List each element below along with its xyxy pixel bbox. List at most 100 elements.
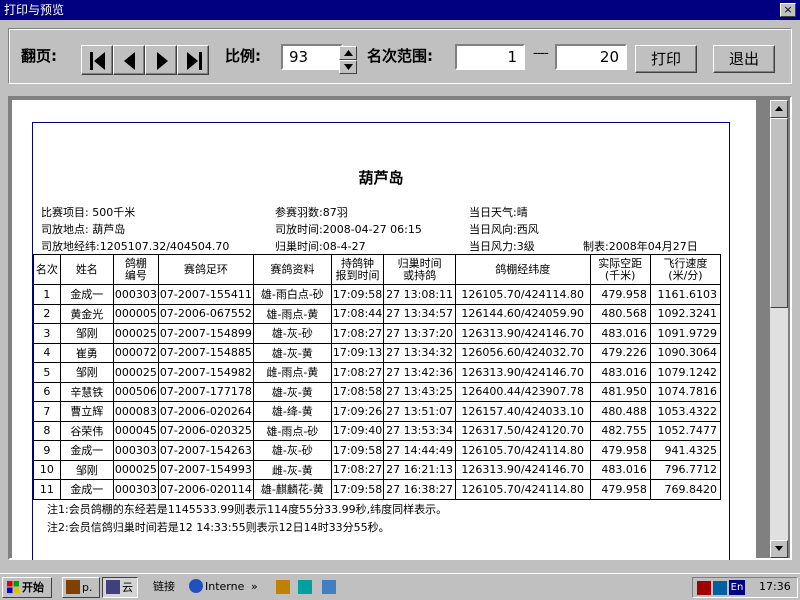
cell-name: 金成一 bbox=[59, 440, 114, 461]
cell-speed: 1052.7477 bbox=[649, 420, 722, 441]
cell-distance: 483.016 bbox=[589, 323, 651, 344]
cell-speed: 1092.3241 bbox=[649, 303, 722, 324]
scale-spinner[interactable] bbox=[339, 46, 357, 74]
cell-rank: 8 bbox=[33, 420, 61, 441]
cell-distance: 483.016 bbox=[589, 459, 651, 480]
cell-coords: 126400.44/423907.78 bbox=[454, 381, 591, 402]
wind-force: 当日风力:3级 bbox=[469, 240, 535, 253]
release-coords: 司放地经纬:1205107.32/404504.70 bbox=[41, 240, 230, 253]
cell-info: 雄-雨白点-砂 bbox=[252, 284, 332, 305]
spin-up-button[interactable] bbox=[339, 46, 357, 60]
print-button[interactable]: 打印 bbox=[635, 45, 697, 73]
taskbar: 开始 p. 云 链接 Interne » En 17:36 bbox=[0, 573, 800, 600]
tray-icon[interactable] bbox=[697, 581, 711, 595]
cell-coords: 126105.70/424114.80 bbox=[454, 284, 591, 305]
cell-info: 雌-雨点-黄 bbox=[252, 362, 332, 383]
table-row: 5 邹刚 000025 07-2007-154982 雌-雨点-黄 17:08:27 27 … bbox=[33, 362, 722, 383]
taskbar-app-1[interactable]: p. bbox=[62, 577, 100, 598]
scale-input[interactable]: 93 bbox=[281, 44, 343, 70]
chevron-icon[interactable]: » bbox=[248, 577, 262, 598]
cell-info: 雄-灰-黄 bbox=[252, 381, 332, 402]
last-page-icon bbox=[187, 52, 202, 70]
scroll-up-button[interactable] bbox=[770, 100, 788, 118]
cell-speed: 941.4325 bbox=[649, 440, 722, 461]
quicklaunch-icon-3[interactable] bbox=[322, 580, 336, 594]
col-name: 姓名 bbox=[59, 254, 114, 285]
table-row: 6 辛慧铁 000506 07-2007-177178 雄-灰-黄 17:08:58 27 … bbox=[33, 381, 722, 402]
ie-icon bbox=[189, 579, 203, 593]
down-arrow-icon bbox=[344, 64, 353, 70]
cell-speed: 769.8420 bbox=[649, 479, 722, 500]
vertical-scrollbar[interactable] bbox=[770, 100, 788, 558]
col-speed: 飞行速度 (米/分) bbox=[649, 254, 722, 285]
tray-icon[interactable] bbox=[713, 581, 727, 595]
cell-distance: 479.958 bbox=[589, 440, 651, 461]
note-1: 注1:会员鸽棚的东经若是1145533.99则表示114度55分33.99秒,纬… bbox=[47, 503, 448, 516]
cell-arrival: 27 13:34:32 bbox=[383, 342, 456, 363]
range-from-input[interactable]: 1 bbox=[455, 44, 525, 70]
cell-speed: 1079.1242 bbox=[649, 362, 722, 383]
exit-button[interactable]: 退出 bbox=[713, 45, 775, 73]
cell-speed: 1074.7816 bbox=[649, 381, 722, 402]
cell-loft: 000005 bbox=[112, 303, 159, 324]
quicklaunch-icon-1[interactable] bbox=[276, 580, 290, 594]
cell-rank: 5 bbox=[33, 362, 61, 383]
cell-distance: 479.226 bbox=[589, 342, 651, 363]
close-button[interactable]: × bbox=[780, 3, 796, 17]
scroll-thumb[interactable] bbox=[770, 118, 788, 308]
range-to-input[interactable]: 20 bbox=[555, 44, 627, 70]
scroll-down-button[interactable] bbox=[770, 540, 788, 558]
cell-info: 雄-灰-黄 bbox=[252, 342, 332, 363]
spin-down-button[interactable] bbox=[339, 60, 357, 74]
table-row: 1 金成一 000303 07-2007-155411 雄-雨白点-砂 17:09:58 2… bbox=[33, 284, 722, 305]
start-button[interactable]: 开始 bbox=[2, 577, 52, 598]
cell-distance: 481.950 bbox=[589, 381, 651, 402]
cell-rank: 9 bbox=[33, 440, 61, 461]
cell-clock: 17:09:40 bbox=[330, 420, 385, 441]
page-label: 翻页: bbox=[21, 47, 57, 65]
up-arrow-icon bbox=[344, 50, 353, 56]
next-page-button[interactable] bbox=[145, 45, 177, 75]
cell-clock: 17:08:27 bbox=[330, 323, 385, 344]
ie-link[interactable]: Interne bbox=[186, 577, 248, 598]
cell-name: 谷荣伟 bbox=[59, 420, 114, 441]
cell-name: 金成一 bbox=[59, 479, 114, 500]
cell-info: 雄-灰-砂 bbox=[252, 323, 332, 344]
release-time: 司放时间:2008-04-27 06:15 bbox=[275, 223, 422, 236]
cell-rank: 11 bbox=[33, 479, 61, 500]
cell-rank: 1 bbox=[33, 284, 61, 305]
made-by: 制表:2008年04月27日 bbox=[583, 240, 698, 253]
cell-clock: 17:08:27 bbox=[330, 459, 385, 480]
cell-loft: 000045 bbox=[112, 420, 159, 441]
cell-arrival: 27 13:42:36 bbox=[383, 362, 456, 383]
table-row: 2 黄金光 000005 07-2006-067552 雄-雨点-黄 17:08:44 27… bbox=[33, 303, 722, 324]
taskbar-app-2[interactable]: 云 bbox=[102, 577, 138, 598]
prev-page-button[interactable] bbox=[113, 45, 145, 75]
cell-rank: 7 bbox=[33, 401, 61, 422]
cell-loft: 000025 bbox=[112, 323, 159, 344]
ime-indicator[interactable]: En bbox=[729, 580, 745, 595]
links-label[interactable]: 链接 bbox=[150, 577, 184, 598]
cell-coords: 126313.90/424146.70 bbox=[454, 323, 591, 344]
toolbar: 翻页: 比例: 93 名次范围: 1 ---- 20 打印 退出 bbox=[8, 28, 792, 84]
cell-distance: 482.755 bbox=[589, 420, 651, 441]
cell-speed: 1161.6103 bbox=[649, 284, 722, 305]
range-separator: ---- bbox=[533, 46, 549, 61]
col-distance: 实际空距 (千米) bbox=[589, 254, 651, 285]
cell-coords: 126105.70/424114.80 bbox=[454, 479, 591, 500]
quicklaunch-icon-2[interactable] bbox=[298, 580, 312, 594]
up-arrow-icon bbox=[775, 106, 783, 111]
window-title-bar: 打印与预览 × bbox=[0, 0, 800, 20]
last-page-button[interactable] bbox=[177, 45, 209, 75]
report-title: 葫芦岛 bbox=[358, 169, 404, 187]
cell-ring: 07-2007-154899 bbox=[157, 323, 254, 344]
first-page-button[interactable] bbox=[81, 45, 113, 75]
table-header: 名次 姓名 鸽棚 编号 赛鸽足环 赛鸽资料 持鸽钟 报到时间 归巢时间 或持鸽 鸽棚经… bbox=[33, 254, 722, 285]
cell-ring: 07-2007-155411 bbox=[157, 284, 254, 305]
cell-ring: 07-2007-154982 bbox=[157, 362, 254, 383]
cell-coords: 126313.90/424146.70 bbox=[454, 362, 591, 383]
table-row: 4 崔勇 000072 07-2007-154885 雄-灰-黄 17:09:13 27 1… bbox=[33, 342, 722, 363]
table-row: 9 金成一 000303 07-2007-154263 雄-灰-砂 17:09:58 27 … bbox=[33, 440, 722, 461]
cell-name: 曹立辉 bbox=[59, 401, 114, 422]
app-icon bbox=[66, 580, 80, 594]
